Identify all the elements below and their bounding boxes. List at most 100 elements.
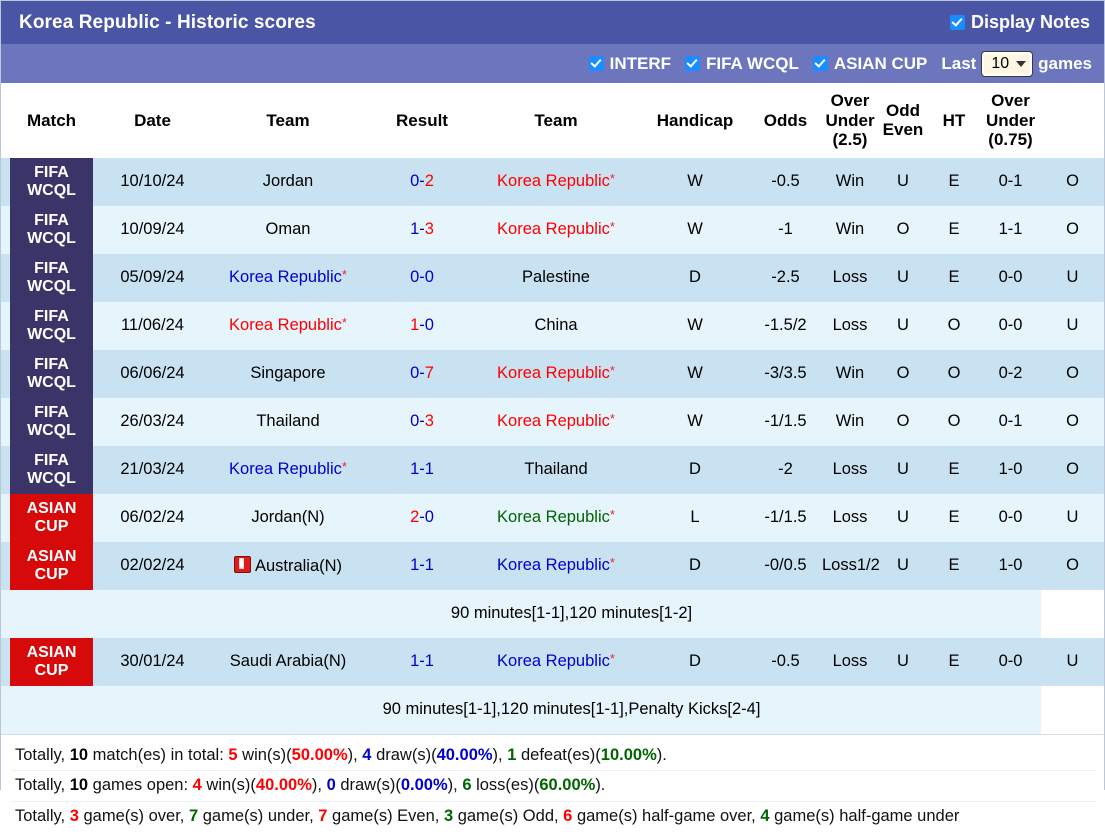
home-team-cell[interactable]: Thailand: [203, 397, 373, 446]
competition-badge[interactable]: FIFA WCQL: [10, 301, 93, 350]
table-row[interactable]: ASIAN CUP 30/01/24 Saudi Arabia(N) 1-1 Korea …: [1, 637, 1104, 686]
table-row[interactable]: ASIAN CUP 02/02/24 Australia(N) 1-1 Korea Rep…: [1, 541, 1104, 590]
checkbox-icon[interactable]: [684, 56, 700, 71]
score-cell[interactable]: 2-0: [373, 493, 471, 542]
col-match[interactable]: Match: [1, 83, 102, 158]
col-home-team[interactable]: Team: [203, 83, 373, 158]
away-team-cell[interactable]: Korea Republic*: [471, 541, 641, 590]
team-name[interactable]: Korea Republic: [497, 652, 610, 670]
home-team-cell[interactable]: Korea Republic*: [203, 253, 373, 302]
team-name[interactable]: China: [534, 316, 577, 334]
col-date[interactable]: Date: [102, 83, 203, 158]
col-away-team[interactable]: Team: [471, 83, 641, 158]
score-cell[interactable]: 0-0: [373, 253, 471, 302]
team-name[interactable]: Korea Republic: [497, 172, 610, 190]
competition-badge-cell[interactable]: FIFA WCQL: [1, 397, 102, 446]
table-row[interactable]: FIFA WCQL 26/03/24 Thailand 0-3 Korea Republi…: [1, 397, 1104, 446]
team-name[interactable]: Korea Republic: [497, 220, 610, 238]
competition-badge[interactable]: FIFA WCQL: [10, 349, 93, 398]
filter-asian-cup[interactable]: ASIAN CUP: [812, 54, 927, 74]
competition-badge[interactable]: FIFA WCQL: [10, 397, 93, 446]
col-over-under-075[interactable]: Over Under (0.75): [980, 83, 1041, 158]
home-team-cell[interactable]: Jordan(N): [203, 493, 373, 542]
away-team-cell[interactable]: Korea Republic*: [471, 349, 641, 398]
competition-badge-cell[interactable]: FIFA WCQL: [1, 157, 102, 206]
display-notes-toggle[interactable]: Display Notes: [949, 12, 1090, 33]
team-name[interactable]: Jordan(N): [251, 508, 324, 526]
competition-badge[interactable]: ASIAN CUP: [10, 637, 93, 686]
home-team-cell[interactable]: Korea Republic*: [203, 301, 373, 350]
competition-badge-cell[interactable]: FIFA WCQL: [1, 301, 102, 350]
col-odd-even[interactable]: Odd Even: [878, 83, 928, 158]
col-over-under-25[interactable]: Over Under (2.5): [822, 83, 878, 158]
home-team-cell[interactable]: Jordan: [203, 157, 373, 206]
away-team-cell[interactable]: Korea Republic*: [471, 637, 641, 686]
score-cell[interactable]: 1-1: [373, 637, 471, 686]
team-name[interactable]: Saudi Arabia(N): [230, 652, 346, 670]
table-row[interactable]: ASIAN CUP 06/02/24 Jordan(N) 2-0 Korea Republ…: [1, 493, 1104, 542]
team-name[interactable]: Korea Republic: [229, 268, 342, 286]
checkbox-icon[interactable]: [812, 56, 828, 71]
competition-badge-cell[interactable]: ASIAN CUP: [1, 541, 102, 590]
competition-badge[interactable]: ASIAN CUP: [10, 493, 93, 542]
home-team-cell[interactable]: Oman: [203, 205, 373, 254]
table-row[interactable]: FIFA WCQL 11/06/24 Korea Republic* 1-0 China W…: [1, 301, 1104, 350]
competition-badge[interactable]: FIFA WCQL: [10, 205, 93, 254]
team-name[interactable]: Palestine: [522, 268, 590, 286]
away-team-cell[interactable]: Korea Republic*: [471, 205, 641, 254]
team-name[interactable]: Singapore: [250, 364, 325, 382]
checkbox-icon[interactable]: [588, 56, 604, 71]
table-row[interactable]: FIFA WCQL 10/10/24 Jordan 0-2 Korea Republic*…: [1, 157, 1104, 206]
competition-badge-cell[interactable]: FIFA WCQL: [1, 445, 102, 494]
filter-fifa-wcql[interactable]: FIFA WCQL: [684, 54, 799, 74]
table-row[interactable]: FIFA WCQL 06/06/24 Singapore 0-7 Korea Republ…: [1, 349, 1104, 398]
away-team-cell[interactable]: Thailand: [471, 445, 641, 494]
table-row[interactable]: FIFA WCQL 21/03/24 Korea Republic* 1-1 Thaila…: [1, 445, 1104, 494]
competition-badge[interactable]: FIFA WCQL: [10, 253, 93, 302]
team-name[interactable]: Korea Republic: [229, 460, 342, 478]
away-team-cell[interactable]: Palestine: [471, 253, 641, 302]
away-team-cell[interactable]: China: [471, 301, 641, 350]
checkbox-icon[interactable]: [949, 15, 965, 30]
col-handicap[interactable]: Handicap: [641, 83, 749, 158]
home-team-cell[interactable]: Singapore: [203, 349, 373, 398]
score-cell[interactable]: 0-7: [373, 349, 471, 398]
team-name[interactable]: Oman: [266, 220, 311, 238]
team-name[interactable]: Korea Republic: [497, 412, 610, 430]
col-result[interactable]: Result: [373, 83, 471, 158]
home-team-cell[interactable]: Korea Republic*: [203, 445, 373, 494]
away-team-cell[interactable]: Korea Republic*: [471, 397, 641, 446]
score-cell[interactable]: 1-1: [373, 541, 471, 590]
col-ht[interactable]: HT: [928, 83, 980, 158]
competition-badge-cell[interactable]: FIFA WCQL: [1, 349, 102, 398]
table-row[interactable]: FIFA WCQL 10/09/24 Oman 1-3 Korea Republic* W -…: [1, 205, 1104, 254]
home-team-cell[interactable]: Saudi Arabia(N): [203, 637, 373, 686]
team-name[interactable]: Thailand: [256, 412, 319, 430]
team-name[interactable]: Korea Republic: [497, 508, 610, 526]
team-name[interactable]: Korea Republic: [497, 556, 610, 574]
team-name[interactable]: Australia(N): [255, 557, 342, 575]
col-odds[interactable]: Odds: [749, 83, 822, 158]
competition-badge-cell[interactable]: ASIAN CUP: [1, 637, 102, 686]
score-cell[interactable]: 0-2: [373, 157, 471, 206]
team-name[interactable]: Thailand: [524, 460, 587, 478]
filter-interf[interactable]: INTERF: [588, 54, 671, 74]
competition-badge[interactable]: FIFA WCQL: [10, 157, 93, 206]
score-cell[interactable]: 1-1: [373, 445, 471, 494]
competition-badge[interactable]: FIFA WCQL: [10, 445, 93, 494]
competition-badge-cell[interactable]: ASIAN CUP: [1, 493, 102, 542]
team-name[interactable]: Jordan: [263, 172, 313, 190]
competition-badge[interactable]: ASIAN CUP: [10, 541, 93, 590]
score-cell[interactable]: 0-3: [373, 397, 471, 446]
team-name[interactable]: Korea Republic: [229, 316, 342, 334]
competition-badge-cell[interactable]: FIFA WCQL: [1, 205, 102, 254]
team-name[interactable]: Korea Republic: [497, 364, 610, 382]
score-cell[interactable]: 1-3: [373, 205, 471, 254]
away-team-cell[interactable]: Korea Republic*: [471, 493, 641, 542]
competition-badge-cell[interactable]: FIFA WCQL: [1, 253, 102, 302]
table-row[interactable]: FIFA WCQL 05/09/24 Korea Republic* 0-0 Palest…: [1, 253, 1104, 302]
home-team-cell[interactable]: Australia(N): [203, 541, 373, 590]
away-team-cell[interactable]: Korea Republic*: [471, 157, 641, 206]
last-games-select[interactable]: 10: [982, 51, 1033, 76]
score-cell[interactable]: 1-0: [373, 301, 471, 350]
